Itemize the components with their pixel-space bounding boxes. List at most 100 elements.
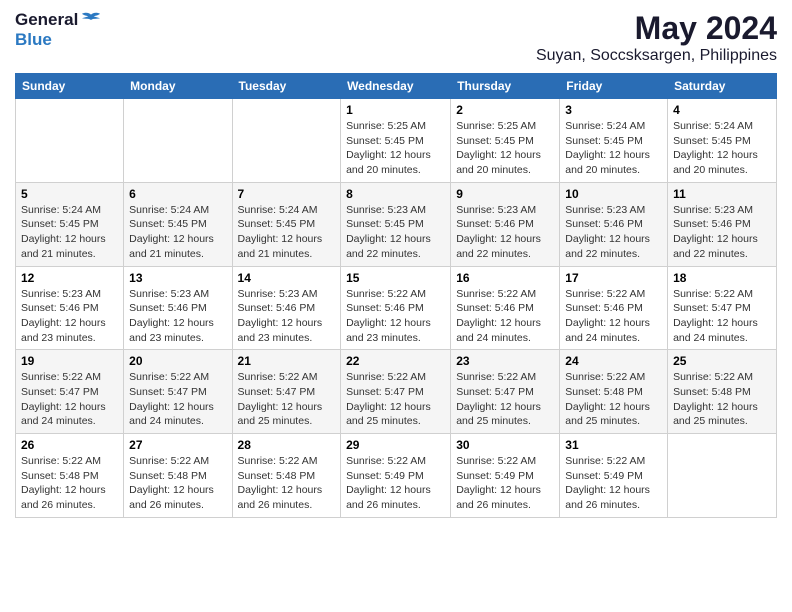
day-number: 22	[346, 354, 445, 368]
calendar-day-cell: 16Sunrise: 5:22 AM Sunset: 5:46 PM Dayli…	[451, 266, 560, 350]
calendar-day-cell: 2 Sunrise: 5:25 AM Sunset: 5:45 PM Daylig…	[451, 99, 560, 183]
day-number: 1	[346, 103, 445, 117]
day-info: Sunrise: 5:22 AM Sunset: 5:48 PM Dayligh…	[21, 454, 118, 513]
day-number: 3	[565, 103, 662, 117]
day-info: Sunrise: 5:22 AM Sunset: 5:49 PM Dayligh…	[456, 454, 554, 513]
day-number: 24	[565, 354, 662, 368]
day-number: 17	[565, 271, 662, 285]
day-info: Sunrise: 5:24 AM Sunset: 5:45 PM Dayligh…	[673, 119, 771, 178]
day-number: 14	[238, 271, 336, 285]
logo-general-text: General	[15, 10, 78, 30]
calendar-day-cell: 31Sunrise: 5:22 AM Sunset: 5:49 PM Dayli…	[560, 434, 668, 518]
calendar-week-row: 19 Sunrise: 5:22 AM Sunset: 5:47 PM Dayli…	[16, 350, 777, 434]
calendar-day-cell: 22 Sunrise: 5:22 AM Sunset: 5:47 PM Dayli…	[341, 350, 451, 434]
day-number: 26	[21, 438, 118, 452]
day-number: 10	[565, 187, 662, 201]
day-number: 5	[21, 187, 118, 201]
calendar-day-cell: 6Sunrise: 5:24 AM Sunset: 5:45 PM Daylig…	[124, 182, 232, 266]
calendar-day-cell: 17 Sunrise: 5:22 AM Sunset: 5:46 PM Dayli…	[560, 266, 668, 350]
page-header: General Blue May 2024 Suyan, Soccsksarge…	[15, 10, 777, 65]
day-number: 21	[238, 354, 336, 368]
calendar-header-thursday: Thursday	[451, 74, 560, 99]
day-info: Sunrise: 5:24 AM Sunset: 5:45 PM Dayligh…	[238, 203, 336, 262]
day-info: Sunrise: 5:23 AM Sunset: 5:46 PM Dayligh…	[673, 203, 771, 262]
day-info: Sunrise: 5:22 AM Sunset: 5:48 PM Dayligh…	[673, 370, 771, 429]
logo-blue-text: Blue	[15, 30, 52, 49]
day-info: Sunrise: 5:23 AM Sunset: 5:46 PM Dayligh…	[565, 203, 662, 262]
calendar-day-cell: 26 Sunrise: 5:22 AM Sunset: 5:48 PM Dayli…	[16, 434, 124, 518]
day-number: 2	[456, 103, 554, 117]
calendar-day-cell: 23Sunrise: 5:22 AM Sunset: 5:47 PM Dayli…	[451, 350, 560, 434]
day-info: Sunrise: 5:25 AM Sunset: 5:45 PM Dayligh…	[346, 119, 445, 178]
calendar-week-row: 26 Sunrise: 5:22 AM Sunset: 5:48 PM Dayli…	[16, 434, 777, 518]
calendar-day-cell	[668, 434, 777, 518]
day-info: Sunrise: 5:22 AM Sunset: 5:46 PM Dayligh…	[456, 287, 554, 346]
day-info: Sunrise: 5:22 AM Sunset: 5:47 PM Dayligh…	[129, 370, 226, 429]
day-info: Sunrise: 5:22 AM Sunset: 5:49 PM Dayligh…	[565, 454, 662, 513]
calendar-day-cell: 25 Sunrise: 5:22 AM Sunset: 5:48 PM Dayli…	[668, 350, 777, 434]
day-info: Sunrise: 5:22 AM Sunset: 5:48 PM Dayligh…	[565, 370, 662, 429]
calendar-week-row: 5 Sunrise: 5:24 AM Sunset: 5:45 PM Daylig…	[16, 182, 777, 266]
calendar-week-row: 1 Sunrise: 5:25 AM Sunset: 5:45 PM Daylig…	[16, 99, 777, 183]
title-section: May 2024 Suyan, Soccsksargen, Philippine…	[536, 10, 777, 65]
calendar-header-monday: Monday	[124, 74, 232, 99]
calendar-day-cell: 9 Sunrise: 5:23 AM Sunset: 5:46 PM Daylig…	[451, 182, 560, 266]
day-info: Sunrise: 5:23 AM Sunset: 5:46 PM Dayligh…	[238, 287, 336, 346]
calendar-header-tuesday: Tuesday	[232, 74, 341, 99]
calendar-day-cell: 1 Sunrise: 5:25 AM Sunset: 5:45 PM Daylig…	[341, 99, 451, 183]
calendar-header-saturday: Saturday	[668, 74, 777, 99]
day-number: 27	[129, 438, 226, 452]
location-title: Suyan, Soccsksargen, Philippines	[536, 47, 777, 65]
day-info: Sunrise: 5:22 AM Sunset: 5:47 PM Dayligh…	[21, 370, 118, 429]
day-info: Sunrise: 5:22 AM Sunset: 5:47 PM Dayligh…	[238, 370, 336, 429]
calendar-day-cell: 11Sunrise: 5:23 AM Sunset: 5:46 PM Dayli…	[668, 182, 777, 266]
calendar-header-friday: Friday	[560, 74, 668, 99]
day-number: 12	[21, 271, 118, 285]
calendar-week-row: 12 Sunrise: 5:23 AM Sunset: 5:46 PM Dayli…	[16, 266, 777, 350]
month-title: May 2024	[536, 10, 777, 47]
calendar-day-cell: 28Sunrise: 5:22 AM Sunset: 5:48 PM Dayli…	[232, 434, 341, 518]
day-info: Sunrise: 5:24 AM Sunset: 5:45 PM Dayligh…	[129, 203, 226, 262]
day-number: 20	[129, 354, 226, 368]
calendar-header-wednesday: Wednesday	[341, 74, 451, 99]
day-info: Sunrise: 5:25 AM Sunset: 5:45 PM Dayligh…	[456, 119, 554, 178]
calendar-header-sunday: Sunday	[16, 74, 124, 99]
calendar-day-cell: 27 Sunrise: 5:22 AM Sunset: 5:48 PM Dayli…	[124, 434, 232, 518]
day-number: 7	[238, 187, 336, 201]
logo: General Blue	[15, 10, 102, 50]
calendar-day-cell: 15Sunrise: 5:22 AM Sunset: 5:46 PM Dayli…	[341, 266, 451, 350]
day-info: Sunrise: 5:23 AM Sunset: 5:46 PM Dayligh…	[456, 203, 554, 262]
calendar-day-cell: 5Sunrise: 5:24 AM Sunset: 5:45 PM Daylig…	[16, 182, 124, 266]
calendar-day-cell: 18 Sunrise: 5:22 AM Sunset: 5:47 PM Dayli…	[668, 266, 777, 350]
calendar-day-cell: 12Sunrise: 5:23 AM Sunset: 5:46 PM Dayli…	[16, 266, 124, 350]
calendar-day-cell: 8Sunrise: 5:23 AM Sunset: 5:45 PM Daylig…	[341, 182, 451, 266]
calendar-table: SundayMondayTuesdayWednesdayThursdayFrid…	[15, 73, 777, 518]
day-number: 25	[673, 354, 771, 368]
day-info: Sunrise: 5:22 AM Sunset: 5:49 PM Dayligh…	[346, 454, 445, 513]
day-info: Sunrise: 5:22 AM Sunset: 5:47 PM Dayligh…	[673, 287, 771, 346]
day-number: 19	[21, 354, 118, 368]
day-number: 9	[456, 187, 554, 201]
calendar-day-cell: 29 Sunrise: 5:22 AM Sunset: 5:49 PM Dayli…	[341, 434, 451, 518]
calendar-day-cell: 19 Sunrise: 5:22 AM Sunset: 5:47 PM Dayli…	[16, 350, 124, 434]
calendar-day-cell	[16, 99, 124, 183]
calendar-day-cell: 13Sunrise: 5:23 AM Sunset: 5:46 PM Dayli…	[124, 266, 232, 350]
calendar-day-cell: 7 Sunrise: 5:24 AM Sunset: 5:45 PM Daylig…	[232, 182, 341, 266]
calendar-day-cell	[124, 99, 232, 183]
day-info: Sunrise: 5:22 AM Sunset: 5:48 PM Dayligh…	[129, 454, 226, 513]
day-number: 18	[673, 271, 771, 285]
logo-bird-icon	[80, 11, 102, 29]
day-number: 30	[456, 438, 554, 452]
day-number: 29	[346, 438, 445, 452]
day-info: Sunrise: 5:22 AM Sunset: 5:48 PM Dayligh…	[238, 454, 336, 513]
day-info: Sunrise: 5:22 AM Sunset: 5:46 PM Dayligh…	[565, 287, 662, 346]
calendar-day-cell	[232, 99, 341, 183]
calendar-day-cell: 4Sunrise: 5:24 AM Sunset: 5:45 PM Daylig…	[668, 99, 777, 183]
calendar-header-row: SundayMondayTuesdayWednesdayThursdayFrid…	[16, 74, 777, 99]
day-info: Sunrise: 5:22 AM Sunset: 5:47 PM Dayligh…	[456, 370, 554, 429]
day-info: Sunrise: 5:22 AM Sunset: 5:47 PM Dayligh…	[346, 370, 445, 429]
calendar-day-cell: 10 Sunrise: 5:23 AM Sunset: 5:46 PM Dayli…	[560, 182, 668, 266]
calendar-day-cell: 3Sunrise: 5:24 AM Sunset: 5:45 PM Daylig…	[560, 99, 668, 183]
calendar-day-cell: 14 Sunrise: 5:23 AM Sunset: 5:46 PM Dayli…	[232, 266, 341, 350]
calendar-day-cell: 24 Sunrise: 5:22 AM Sunset: 5:48 PM Dayli…	[560, 350, 668, 434]
